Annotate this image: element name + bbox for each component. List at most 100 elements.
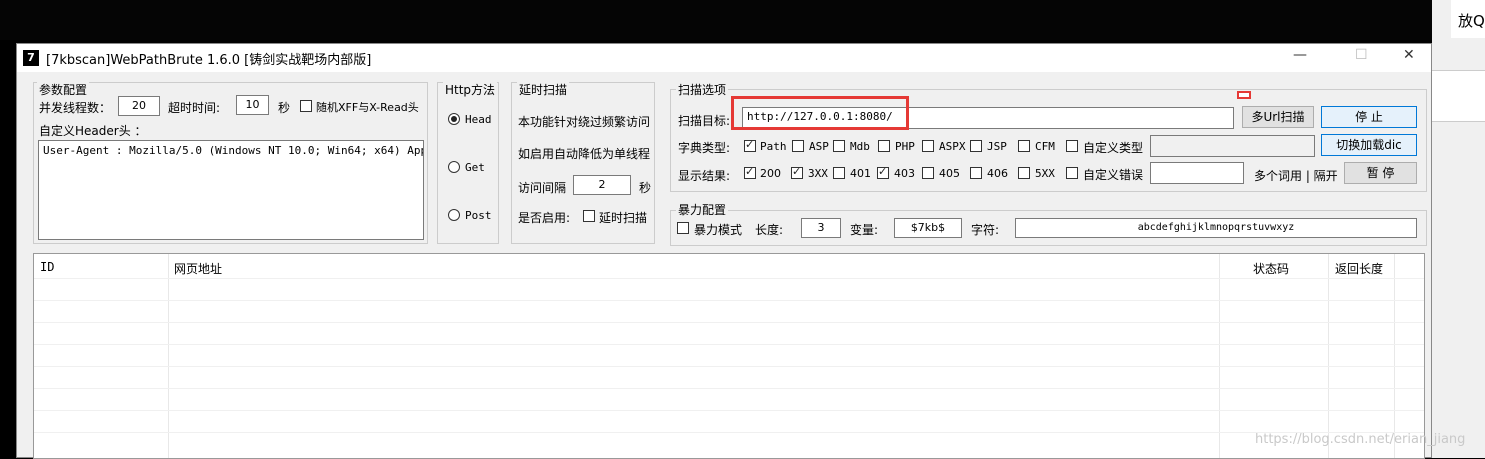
threads-label: 并发线程数： — [39, 101, 112, 115]
delay-scan-checkbox[interactable] — [583, 210, 595, 222]
params-group-label: 参数配置 — [37, 81, 90, 98]
col-header-status[interactable]: 状态码 — [1253, 260, 1289, 277]
result-3xx-label: 3XX — [808, 167, 828, 180]
background-window — [1432, 0, 1485, 458]
result-5xx-label: 5XX — [1035, 167, 1055, 180]
background-toolbar — [1432, 70, 1485, 122]
brute-mode-checkbox[interactable] — [677, 222, 689, 234]
dict-php-checkbox[interactable] — [878, 140, 890, 152]
dict-asp-label: ASP — [809, 140, 829, 153]
dict-aspx-checkbox[interactable] — [922, 140, 934, 152]
dict-cfm-label: CFM — [1035, 140, 1055, 153]
result-401-checkbox[interactable] — [833, 167, 845, 179]
chars-label: 字符: — [971, 223, 1000, 237]
random-xff-label: 随机XFF与X-Read头 — [316, 101, 419, 114]
results-table[interactable]: ID 网页地址 状态码 返回长度 — [33, 253, 1425, 459]
close-icon[interactable]: ✕ — [1403, 47, 1415, 63]
delay-desc-1: 本功能针对绕过频繁访问 — [518, 115, 651, 129]
result-401-label: 401 — [850, 167, 871, 180]
row-divider — [34, 410, 1424, 411]
dict-custom-label: 自定义类型 — [1083, 141, 1144, 155]
col-header-id[interactable]: ID — [40, 260, 54, 274]
result-custom-checkbox[interactable] — [1066, 167, 1078, 179]
timeout-unit: 秒 — [278, 101, 291, 115]
dict-asp-checkbox[interactable] — [792, 140, 804, 152]
interval-unit: 秒 — [639, 181, 652, 195]
dict-cfm-checkbox[interactable] — [1018, 140, 1030, 152]
pause-button[interactable]: 暂 停 — [1344, 162, 1417, 184]
row-divider — [34, 300, 1424, 301]
title-bar[interactable]: 7 [7kbscan]WebPathBrute 1.6.0 [铸剑实战靶场内部版… — [17, 44, 1431, 72]
col-divider — [168, 254, 169, 458]
stop-button[interactable]: 停 止 — [1321, 106, 1417, 128]
result-406-label: 406 — [987, 167, 1008, 180]
result-403-checkbox[interactable] — [877, 165, 889, 179]
brute-mode-label: 暴力模式 — [694, 223, 743, 237]
method-head-radio[interactable] — [448, 113, 460, 125]
result-custom-label: 自定义错误 — [1083, 168, 1144, 182]
dict-jsp-checkbox[interactable] — [970, 140, 982, 152]
result-200-checkbox[interactable] — [744, 165, 756, 179]
col-divider — [1219, 254, 1220, 458]
http-method-label: Http方法 — [443, 81, 498, 98]
delay-scan-label: 延时扫描 — [517, 81, 570, 98]
multi-word-hint: 多个词用 | 隔开 — [1254, 169, 1338, 183]
custom-error-input[interactable] — [1150, 162, 1244, 184]
highlight-marker — [1237, 91, 1251, 99]
background-text: 放Q — [1458, 12, 1485, 30]
variable-input[interactable]: $7kb$ — [894, 218, 962, 238]
method-get-label: Get — [465, 161, 485, 174]
highlight-box — [731, 96, 909, 130]
switch-dict-button[interactable]: 切换加载dic — [1321, 134, 1417, 156]
interval-input[interactable]: 2 — [573, 175, 631, 195]
col-divider — [1394, 254, 1395, 458]
custom-type-input[interactable] — [1150, 135, 1315, 157]
dict-mdb-checkbox[interactable] — [833, 140, 845, 152]
main-window: 7 [7kbscan]WebPathBrute 1.6.0 [铸剑实战靶场内部版… — [16, 43, 1432, 459]
variable-label: 变量: — [850, 223, 879, 237]
maximize-icon[interactable]: ☐ — [1355, 47, 1368, 63]
delay-scan-checkbox-label: 延时扫描 — [599, 211, 648, 225]
row-divider — [34, 366, 1424, 367]
result-label: 显示结果: — [678, 169, 731, 183]
result-403-label: 403 — [894, 167, 915, 180]
desktop-background — [0, 0, 1432, 40]
col-header-url[interactable]: 网页地址 — [174, 260, 222, 277]
dict-custom-checkbox[interactable] — [1066, 140, 1078, 152]
header-textarea[interactable]: User-Agent : Mozilla/5.0 (Windows NT 10.… — [38, 140, 424, 240]
length-input[interactable]: 3 — [801, 218, 841, 238]
result-405-label: 405 — [939, 167, 960, 180]
row-divider — [34, 322, 1424, 323]
minimize-icon[interactable]: — — [1293, 47, 1307, 63]
row-divider — [34, 344, 1424, 345]
target-label: 扫描目标: — [678, 114, 731, 128]
chars-input[interactable]: abcdefghijklmnopqrstuvwxyz — [1015, 218, 1417, 238]
threads-input[interactable]: 20 — [118, 96, 160, 116]
multi-url-scan-button[interactable]: 多Url扫描 — [1242, 106, 1314, 128]
timeout-input[interactable]: 10 — [236, 95, 269, 115]
method-get-radio[interactable] — [448, 161, 460, 173]
row-divider — [34, 278, 1424, 279]
timeout-label: 超时时间: — [168, 101, 221, 115]
result-405-checkbox[interactable] — [922, 167, 934, 179]
dict-type-label: 字典类型: — [678, 141, 731, 155]
result-406-checkbox[interactable] — [970, 167, 982, 179]
brute-group-label: 暴力配置 — [676, 201, 729, 218]
dict-path-label: Path — [760, 140, 787, 153]
dict-path-checkbox[interactable] — [744, 138, 756, 152]
dict-php-label: PHP — [895, 140, 915, 153]
delay-desc-2: 如启用自动降低为单线程 — [518, 147, 651, 161]
interval-label: 访问间隔 — [518, 181, 567, 195]
dict-aspx-label: ASPX — [939, 140, 966, 153]
method-head-label: Head — [465, 113, 492, 126]
enable-label: 是否启用: — [518, 211, 571, 225]
result-3xx-checkbox[interactable] — [791, 165, 803, 179]
window-title: [7kbscan]WebPathBrute 1.6.0 [铸剑实战靶场内部版] — [46, 53, 372, 68]
watermark: https://blog.csdn.net/erian_jiang — [1255, 432, 1466, 447]
col-header-length[interactable]: 返回长度 — [1335, 260, 1383, 277]
row-divider — [34, 388, 1424, 389]
dict-mdb-label: Mdb — [850, 140, 870, 153]
random-xff-checkbox[interactable] — [300, 100, 312, 112]
result-5xx-checkbox[interactable] — [1018, 167, 1030, 179]
method-post-radio[interactable] — [448, 209, 460, 221]
